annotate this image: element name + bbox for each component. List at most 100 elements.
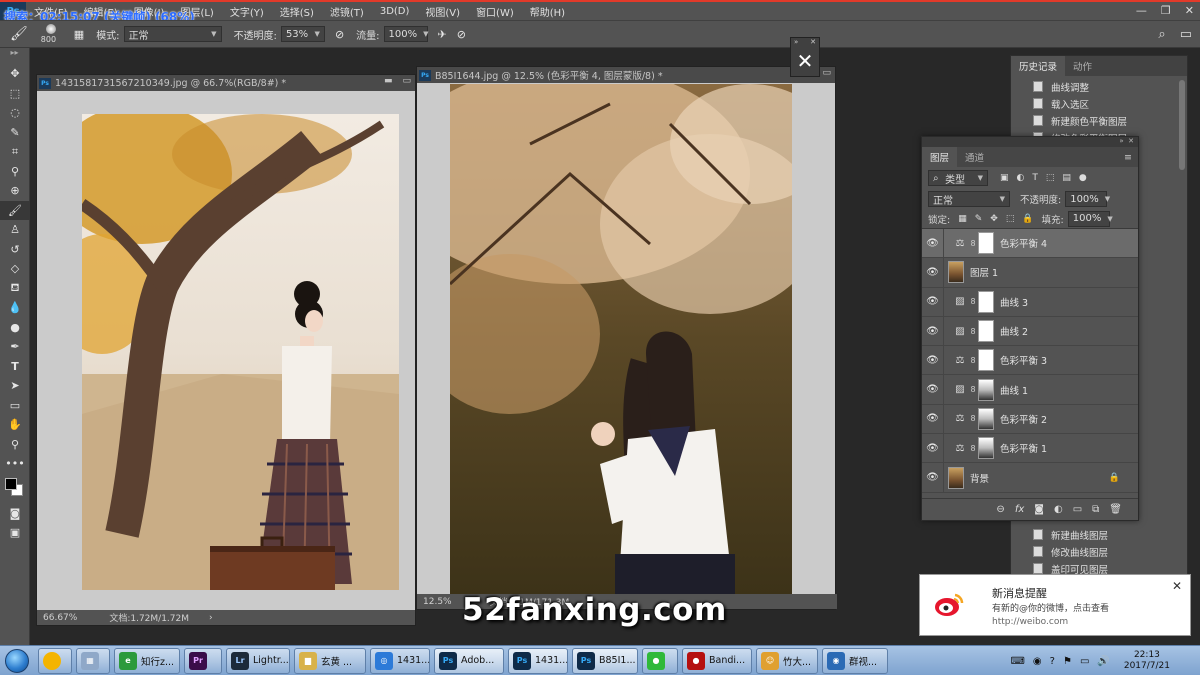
flag-icon[interactable]: ⚑: [1063, 656, 1072, 667]
history-item[interactable]: 修改曲线图层: [1011, 543, 1187, 560]
layer-name[interactable]: 曲线 3: [1000, 295, 1028, 309]
pressure-opacity-icon[interactable]: ⊘: [335, 28, 344, 41]
link-layers-icon[interactable]: ⊖: [996, 504, 1004, 515]
minimize-icon[interactable]: —: [1136, 4, 1147, 17]
layer-mask-thumbnail[interactable]: [978, 290, 994, 313]
visibility-eye-icon[interactable]: 👁: [922, 287, 944, 316]
zoom-level-2[interactable]: 12.5%: [423, 597, 452, 607]
workspace-icon[interactable]: ▭: [1180, 27, 1192, 42]
new-layer-icon[interactable]: ⧉: [1092, 504, 1099, 515]
mode-dropdown[interactable]: 正常 ▼: [123, 26, 222, 42]
network-icon[interactable]: ◉: [1033, 656, 1042, 667]
type-tool-icon[interactable]: T: [0, 357, 30, 377]
history-item[interactable]: 新建曲线图层: [1011, 526, 1187, 543]
menu-help[interactable]: 帮助(H): [522, 4, 573, 19]
filter-shape-icon[interactable]: ⬚: [1046, 173, 1055, 183]
blur-tool-icon[interactable]: 💧: [0, 298, 30, 318]
airbrush-icon[interactable]: ✈: [438, 28, 447, 41]
taskbar-button[interactable]: ◉ 群视...: [822, 647, 888, 674]
delete-layer-icon[interactable]: 🗑: [1109, 504, 1122, 515]
quick-select-tool-icon[interactable]: ✎: [0, 123, 30, 143]
foreground-color-swatch[interactable]: [5, 477, 17, 490]
document-window-1[interactable]: Ps 1431581731567210349.jpg @ 66.7%(RGB/8…: [36, 74, 416, 626]
notification-body[interactable]: 有新的@你的微博，点击查看: [992, 601, 1109, 614]
maximize-icon[interactable]: ▭: [402, 76, 411, 86]
layer-filter-dropdown[interactable]: ⌕ 类型 ▼: [928, 170, 988, 186]
lock-all-icon[interactable]: 🔒: [1022, 214, 1033, 224]
taskbar-button[interactable]: ● Bandi...: [682, 647, 752, 674]
taskbar-pinned-calculator[interactable]: ▦: [76, 647, 110, 674]
healing-tool-icon[interactable]: ⊕: [0, 181, 30, 201]
layer-thumbnail[interactable]: [948, 466, 964, 489]
volume-icon[interactable]: 🔊: [1097, 656, 1109, 667]
filter-adjustment-icon[interactable]: ◐: [1017, 173, 1025, 183]
layer-row-layer-1[interactable]: 👁 图层 1: [922, 258, 1138, 288]
collapse-icon[interactable]: »: [1119, 137, 1123, 145]
link-chain-icon[interactable]: 8: [968, 444, 978, 453]
visibility-eye-icon[interactable]: 👁: [922, 229, 944, 258]
taskbar-button[interactable]: Lr Lightr...: [226, 647, 290, 674]
fill-input[interactable]: 100% ▼: [1067, 210, 1113, 227]
layer-row-curves-3[interactable]: 👁 ▨ 8 曲线 3: [922, 287, 1138, 317]
document-window-2[interactable]: Ps B85I1644.jpg @ 12.5% (色彩平衡 4, 图层蒙版/8)…: [416, 66, 837, 610]
chevron-right-icon[interactable]: ›: [209, 613, 213, 623]
shape-tool-icon[interactable]: ▭: [0, 396, 30, 416]
taskbar-button[interactable]: ☺ 竹大...: [756, 647, 818, 674]
history-brush-tool-icon[interactable]: ↺: [0, 240, 30, 260]
brush-panel-icon[interactable]: ▦: [74, 28, 84, 41]
layer-name[interactable]: 图层 1: [970, 265, 998, 279]
filter-pixel-icon[interactable]: ▣: [1000, 173, 1009, 183]
layer-name[interactable]: 背景: [970, 471, 989, 485]
visibility-eye-icon[interactable]: 👁: [922, 258, 944, 287]
monitor-icon[interactable]: ▭: [1080, 656, 1089, 667]
taskbar-button[interactable]: Ps Adob...: [434, 647, 504, 674]
expand-icon[interactable]: »: [794, 38, 798, 48]
eraser-tool-icon[interactable]: ◇: [0, 259, 30, 279]
taskbar-button[interactable]: ◎ 1431...: [370, 647, 430, 674]
system-clock[interactable]: 22:13 2017/7/21: [1124, 650, 1170, 672]
canvas-1[interactable]: [82, 114, 399, 590]
more-tools-icon[interactable]: •••: [0, 454, 30, 474]
brush-preset-picker[interactable]: 800: [38, 22, 64, 46]
menu-3d[interactable]: 3D(D): [372, 6, 418, 17]
filter-smart-icon[interactable]: ▤: [1062, 173, 1071, 183]
layer-name[interactable]: 曲线 2: [1000, 324, 1028, 338]
lock-paint-icon[interactable]: ✎: [975, 214, 983, 224]
close-icon[interactable]: ✕: [1172, 579, 1182, 593]
maximize-icon[interactable]: ▭: [822, 68, 831, 78]
filter-toggle-icon[interactable]: ●: [1079, 173, 1087, 183]
history-item[interactable]: 载入选区: [1011, 95, 1187, 112]
panel-grip-icon[interactable]: ▸▸: [0, 48, 29, 64]
panel-menu-icon[interactable]: ≡: [1118, 152, 1138, 167]
lasso-tool-icon[interactable]: ◌: [0, 103, 30, 123]
opacity-input[interactable]: 53% ▼: [280, 26, 325, 42]
menu-type[interactable]: 文字(Y): [222, 4, 272, 19]
layer-thumbnail[interactable]: [948, 261, 964, 284]
layer-name[interactable]: 曲线 1: [1000, 383, 1028, 397]
link-chain-icon[interactable]: 8: [968, 239, 978, 248]
menu-filter[interactable]: 滤镜(T): [322, 4, 372, 19]
paint-bucket-tool-icon[interactable]: ⛾: [0, 279, 30, 299]
layer-mask-thumbnail[interactable]: [978, 232, 994, 255]
layer-style-fx-icon[interactable]: fx: [1015, 504, 1024, 515]
layer-name[interactable]: 色彩平衡 1: [1000, 441, 1047, 455]
layer-name[interactable]: 色彩平衡 3: [1000, 353, 1047, 367]
canvas-2[interactable]: [450, 84, 792, 597]
link-chain-icon[interactable]: 8: [968, 356, 978, 365]
weibo-notification[interactable]: 新消息提醒 有新的@你的微博，点击查看 http://weibo.com ✕: [919, 574, 1191, 636]
lock-transparency-icon[interactable]: ▦: [958, 214, 967, 224]
search-icon[interactable]: ⌕: [1158, 27, 1165, 42]
layer-row-color-balance-2[interactable]: 👁 ⚖ 8 色彩平衡 2: [922, 404, 1138, 435]
visibility-eye-icon[interactable]: 👁: [922, 316, 944, 346]
brush-tool-icon[interactable]: 🖌: [10, 26, 28, 42]
quick-mask-icon[interactable]: ◙: [0, 504, 30, 524]
pressure-size-icon[interactable]: ⊘: [457, 28, 466, 41]
lock-artboard-icon[interactable]: ⬚: [1006, 214, 1015, 224]
layer-name[interactable]: 色彩平衡 4: [1000, 236, 1047, 250]
taskbar-button[interactable]: e 知行z...: [114, 647, 180, 674]
help-icon[interactable]: ?: [1050, 656, 1055, 667]
eyedropper-tool-icon[interactable]: ⚲: [0, 162, 30, 182]
link-chain-icon[interactable]: 8: [968, 327, 978, 336]
layer-opacity-input[interactable]: 100% ▼: [1065, 191, 1110, 207]
visibility-eye-icon[interactable]: 👁: [922, 404, 944, 434]
